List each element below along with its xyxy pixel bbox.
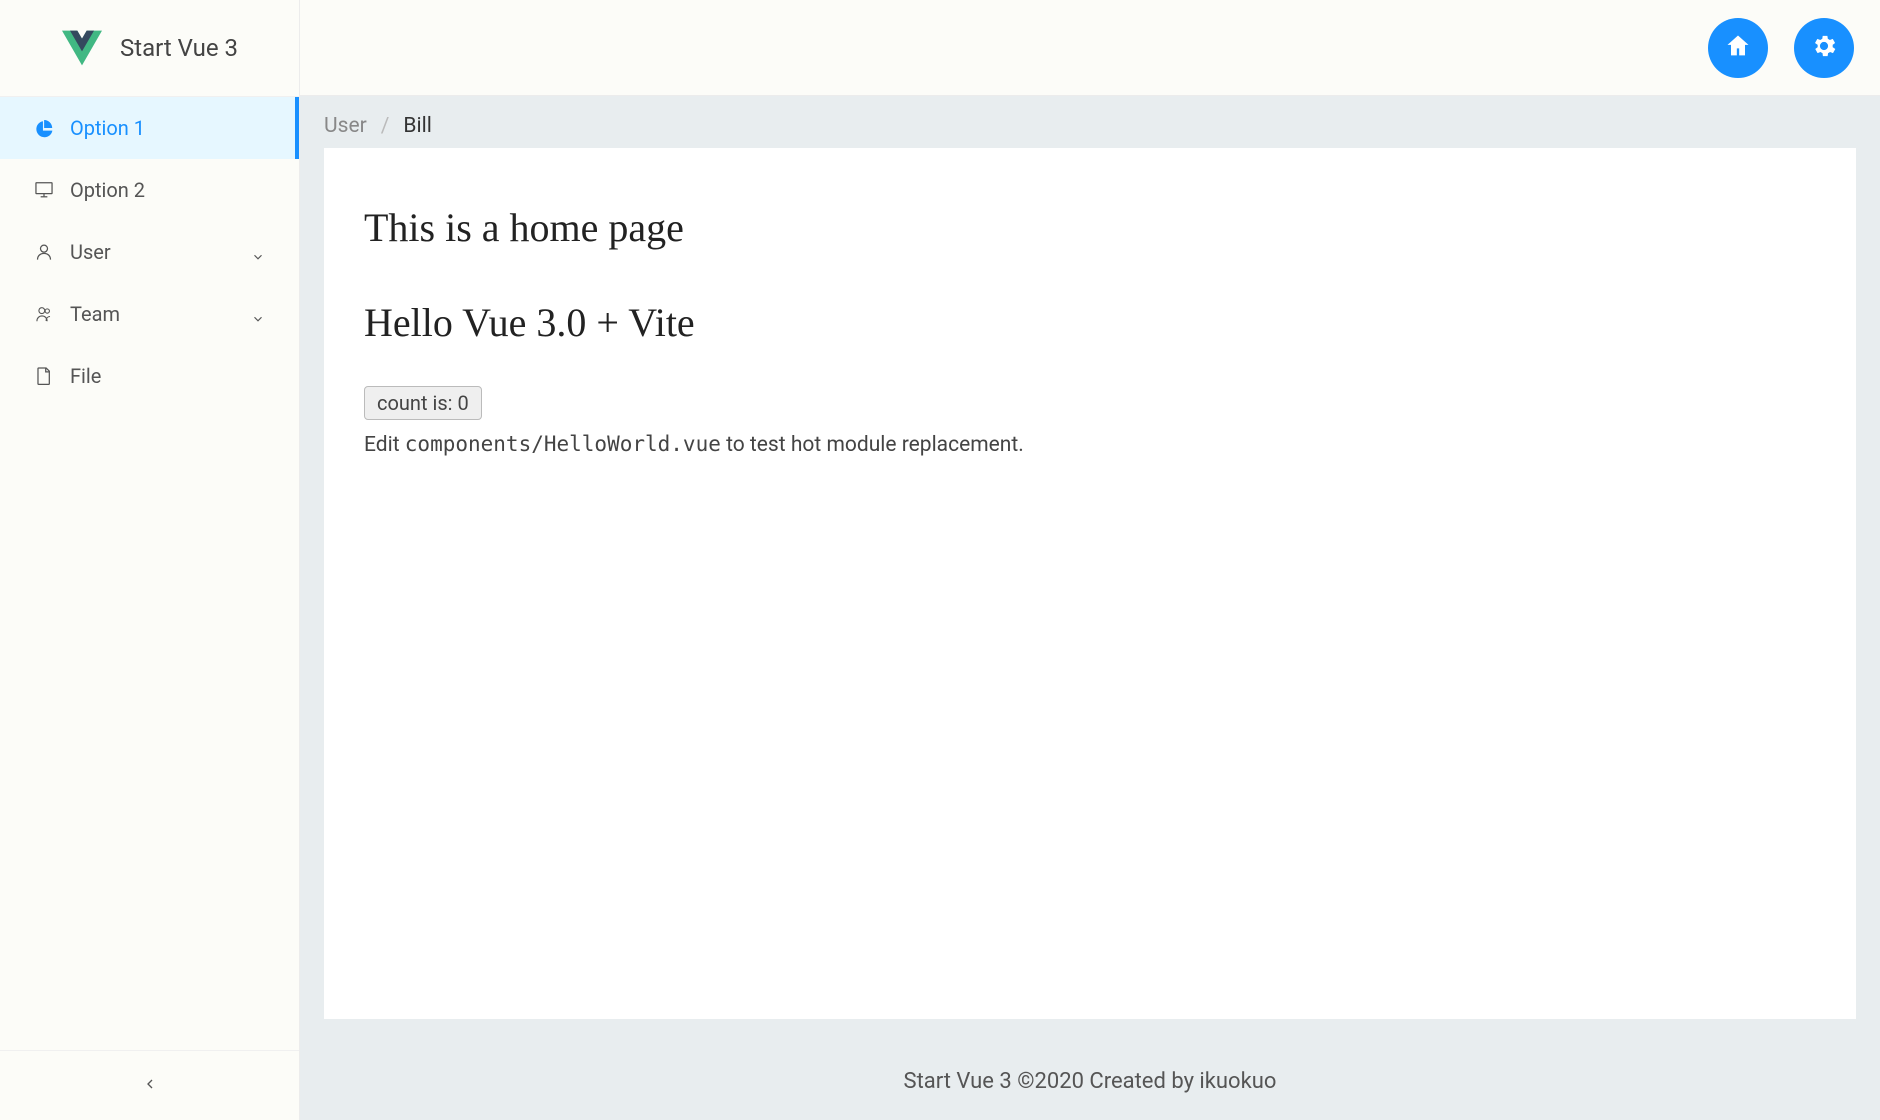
sidebar-item-file[interactable]: File <box>0 345 299 407</box>
breadcrumb: User / Bill <box>300 96 1880 148</box>
sidebar-item-label: Option 2 <box>70 178 145 202</box>
gear-icon <box>1810 32 1838 64</box>
breadcrumb-separator: / <box>381 114 390 138</box>
main-panel: This is a home page Hello Vue 3.0 + Vite… <box>324 148 1856 1019</box>
sidebar-collapse-toggle[interactable] <box>0 1050 299 1120</box>
sidebar-item-label: User <box>70 240 111 264</box>
breadcrumb-item[interactable]: User <box>324 114 367 138</box>
home-icon <box>1724 32 1752 64</box>
count-button[interactable]: count is: 0 <box>364 386 482 420</box>
sidebar-item-label: File <box>70 364 101 388</box>
chevron-down-icon <box>251 245 265 259</box>
hint-code: components/HelloWorld.vue <box>405 432 721 456</box>
sidebar-item-team[interactable]: Team <box>0 283 299 345</box>
home-button[interactable] <box>1708 18 1768 78</box>
header <box>300 0 1880 96</box>
sidebar-item-option-1[interactable]: Option 1 <box>0 97 299 159</box>
desktop-icon <box>34 180 54 200</box>
settings-button[interactable] <box>1794 18 1854 78</box>
content-area: User / Bill This is a home page Hello Vu… <box>300 96 1880 1120</box>
sidebar-menu: Option 1 Option 2 User <box>0 96 299 1050</box>
sidebar-item-label: Option 1 <box>70 116 145 140</box>
footer: Start Vue 3 ©2020 Created by ikuokuo <box>300 1043 1880 1120</box>
sidebar-item-label: Team <box>70 302 120 326</box>
logo-area: Start Vue 3 <box>0 0 299 96</box>
sidebar-item-user[interactable]: User <box>0 221 299 283</box>
page-heading: This is a home page <box>364 204 1816 251</box>
file-icon <box>34 366 54 386</box>
hint-prefix: Edit <box>364 433 405 457</box>
hint-suffix: to test hot module replacement. <box>721 433 1024 457</box>
app-title: Start Vue 3 <box>120 34 238 62</box>
footer-text: Start Vue 3 ©2020 Created by ikuokuo <box>904 1069 1277 1094</box>
user-icon <box>34 242 54 262</box>
hint-text: Edit components/HelloWorld.vue to test h… <box>364 432 1816 457</box>
sidebar: Start Vue 3 Option 1 Option 2 User <box>0 0 300 1120</box>
breadcrumb-item-current: Bill <box>403 114 431 138</box>
team-icon <box>34 304 54 324</box>
vue-logo-icon <box>62 28 102 68</box>
chevron-left-icon <box>142 1076 158 1096</box>
page-subheading: Hello Vue 3.0 + Vite <box>364 299 1816 346</box>
pie-chart-icon <box>34 118 54 138</box>
sidebar-item-option-2[interactable]: Option 2 <box>0 159 299 221</box>
chevron-down-icon <box>251 307 265 321</box>
